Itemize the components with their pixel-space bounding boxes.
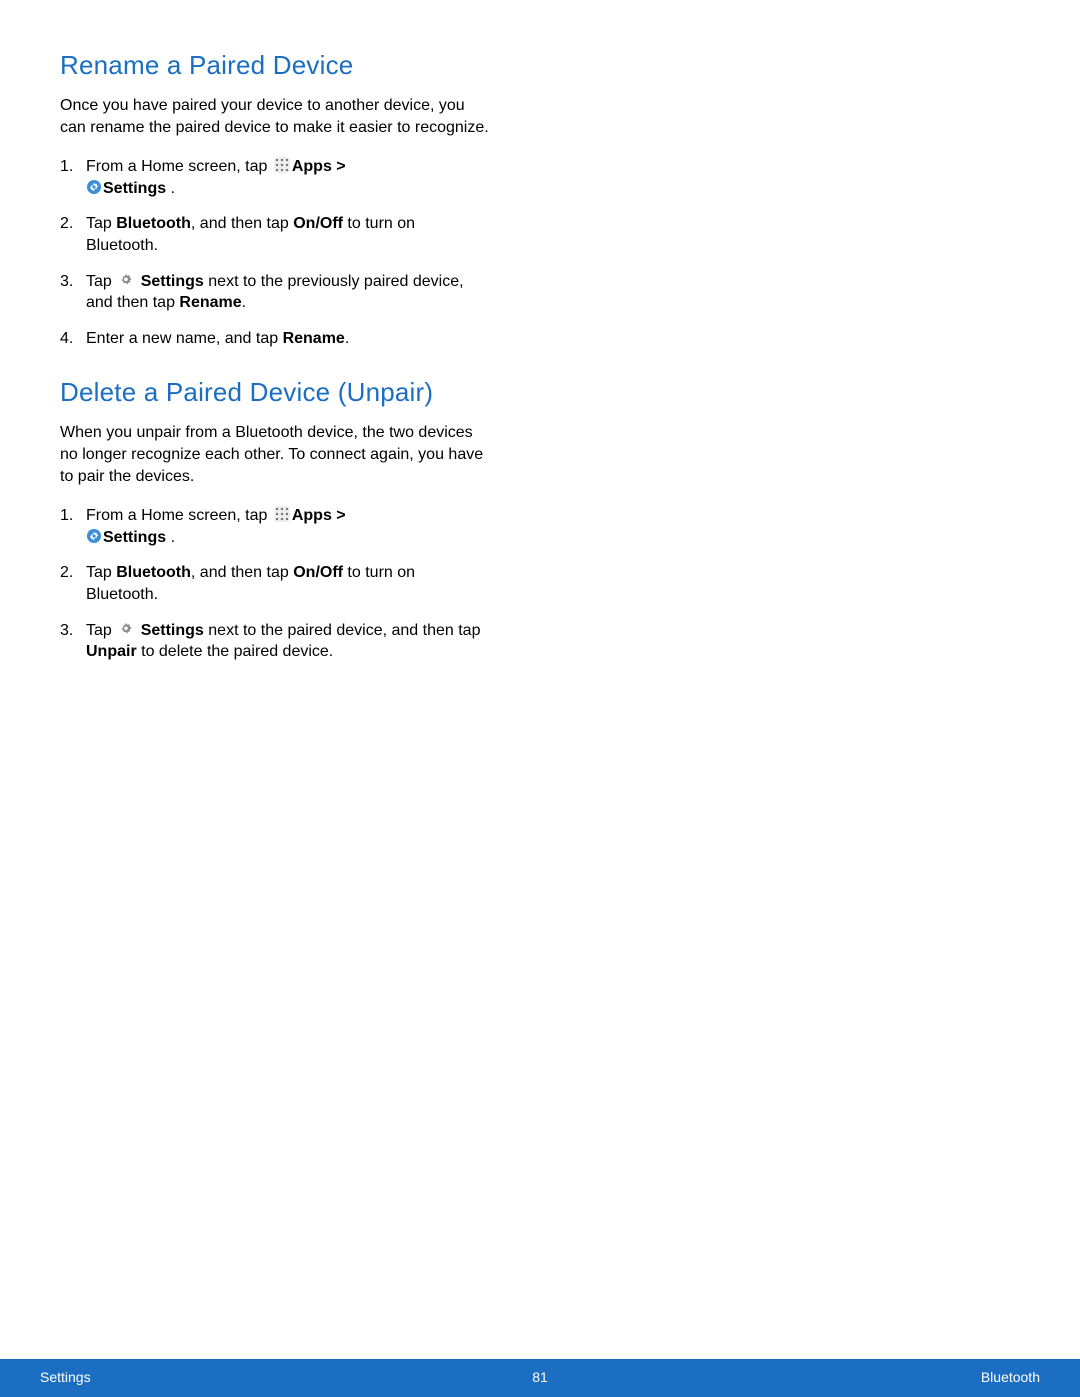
text: Tap xyxy=(86,564,116,581)
step-2: Tap Bluetooth, and then tap On/Off to tu… xyxy=(60,562,490,605)
text: , and then tap xyxy=(191,564,293,581)
gear-icon xyxy=(118,273,134,289)
page-footer: Settings 81 Bluetooth xyxy=(0,1359,1080,1397)
step-3: Tap Settings next to the previously pair… xyxy=(60,271,490,314)
bold-apps: Apps xyxy=(292,158,332,175)
text: next to the paired device, and then tap xyxy=(204,622,481,639)
bold-rename: Rename xyxy=(179,294,241,311)
step-1: From a Home screen, tap Apps > Settings … xyxy=(60,505,490,548)
text: . xyxy=(242,294,246,311)
text: From a Home screen, tap xyxy=(86,158,272,175)
text-period: . xyxy=(166,529,175,546)
page: Rename a Paired Device Once you have pai… xyxy=(0,0,1080,1397)
text: Tap xyxy=(86,622,116,639)
footer-left: Settings xyxy=(40,1369,91,1385)
text: to delete the paired device. xyxy=(137,643,334,660)
bold-settings: Settings xyxy=(141,622,204,639)
bold-bluetooth: Bluetooth xyxy=(116,564,191,581)
text: Enter a new name, and tap xyxy=(86,330,283,347)
footer-right: Bluetooth xyxy=(981,1369,1040,1385)
text-period: . xyxy=(166,180,175,197)
heading-rename: Rename a Paired Device xyxy=(60,50,490,81)
steps-unpair: From a Home screen, tap Apps > Settings … xyxy=(60,505,490,663)
footer-page-number: 81 xyxy=(532,1369,548,1385)
bold-settings: Settings xyxy=(103,180,166,197)
bold-rename: Rename xyxy=(283,330,345,347)
intro-unpair: When you unpair from a Bluetooth device,… xyxy=(60,422,490,487)
text: Tap xyxy=(86,215,116,232)
bold-apps: Apps xyxy=(292,507,332,524)
steps-rename: From a Home screen, tap Apps > Settings … xyxy=(60,156,490,349)
text: Tap xyxy=(86,273,116,290)
settings-gear-icon xyxy=(86,179,102,195)
text: From a Home screen, tap xyxy=(86,507,272,524)
bold-onoff: On/Off xyxy=(293,564,343,581)
step-3: Tap Settings next to the paired device, … xyxy=(60,620,490,663)
content-column: Rename a Paired Device Once you have pai… xyxy=(60,50,490,691)
bold-bluetooth: Bluetooth xyxy=(116,215,191,232)
apps-grid-icon xyxy=(274,506,290,522)
heading-unpair: Delete a Paired Device (Unpair) xyxy=(60,377,490,408)
gear-icon xyxy=(118,622,134,638)
step-2: Tap Bluetooth, and then tap On/Off to tu… xyxy=(60,213,490,256)
text: , and then tap xyxy=(191,215,293,232)
bold-settings: Settings xyxy=(103,529,166,546)
intro-rename: Once you have paired your device to anot… xyxy=(60,95,490,138)
bold-settings: Settings xyxy=(141,273,204,290)
step-1: From a Home screen, tap Apps > Settings … xyxy=(60,156,490,199)
bold-onoff: On/Off xyxy=(293,215,343,232)
step-4: Enter a new name, and tap Rename. xyxy=(60,328,490,350)
settings-gear-icon xyxy=(86,528,102,544)
bold-unpair: Unpair xyxy=(86,643,137,660)
text-gt: > xyxy=(332,158,346,175)
text-gt: > xyxy=(332,507,346,524)
text: . xyxy=(345,330,349,347)
apps-grid-icon xyxy=(274,157,290,173)
